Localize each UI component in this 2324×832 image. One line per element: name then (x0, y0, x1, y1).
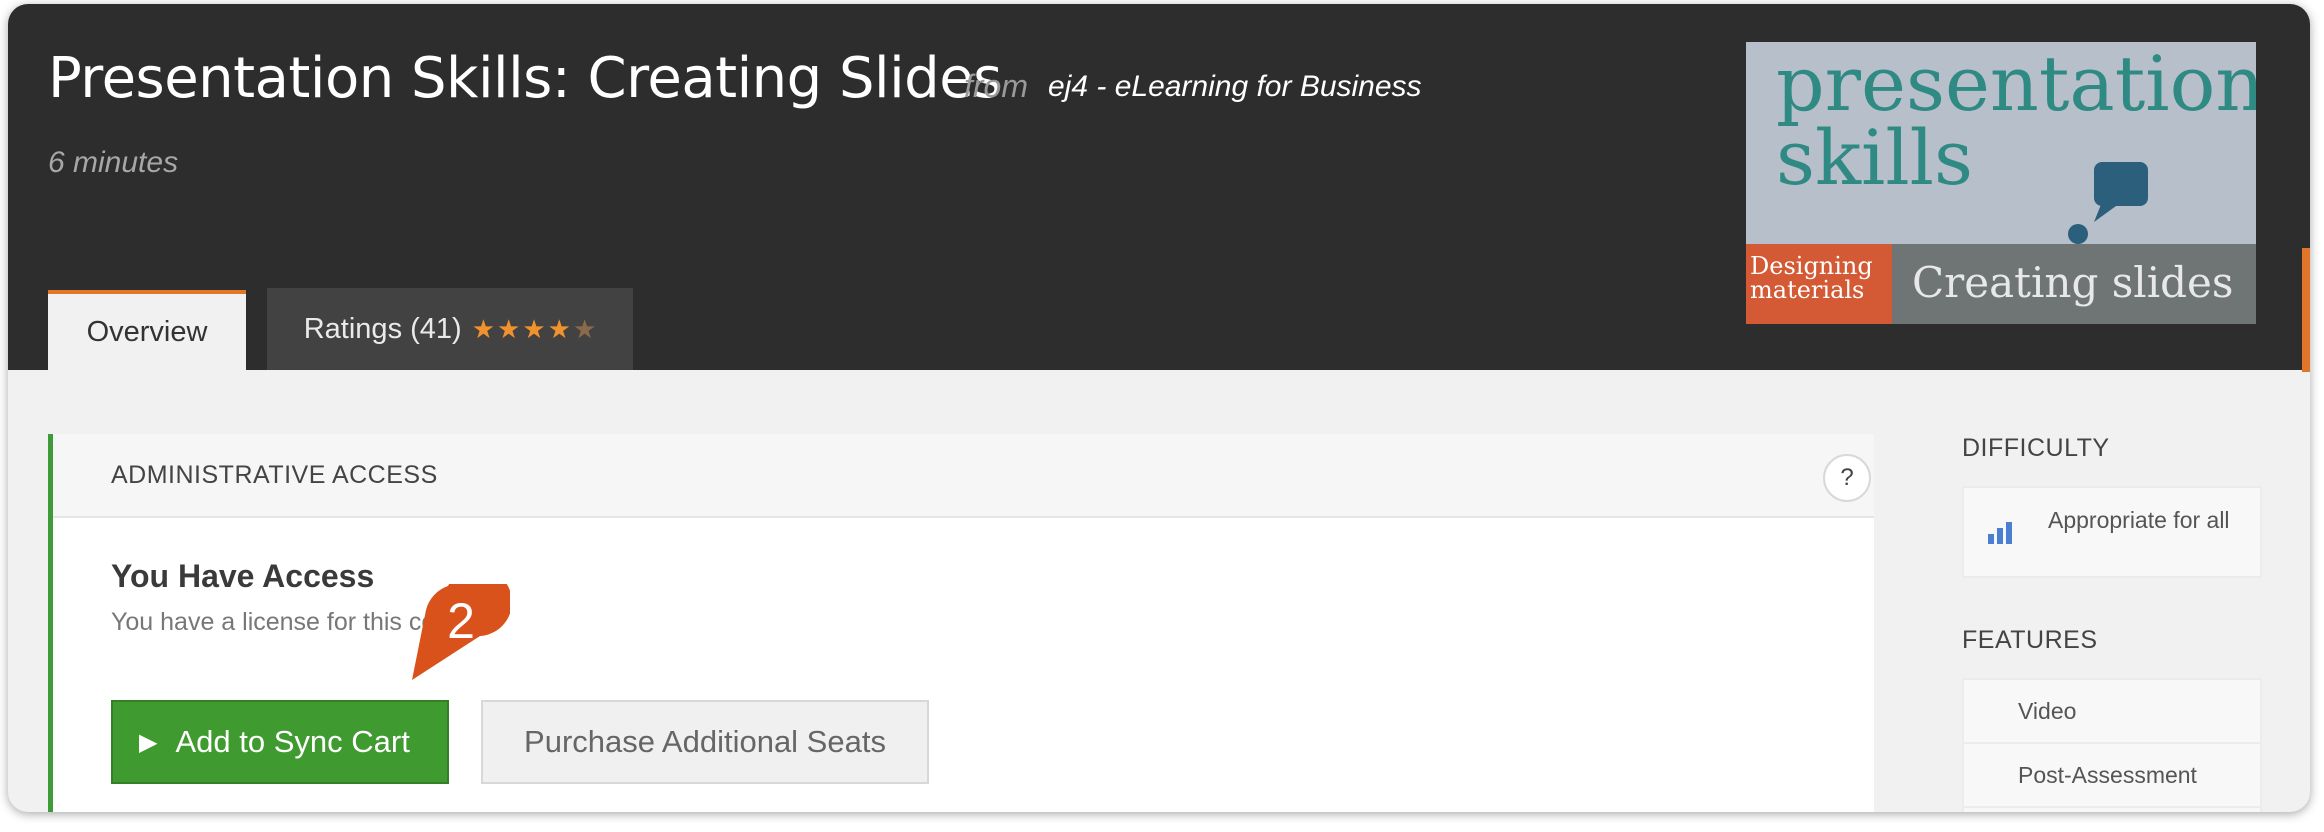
step-marker-number: 2 (447, 593, 475, 649)
thumbnail-right-panel: Creating slides (1892, 244, 2256, 324)
feature-item-partial (1964, 808, 2260, 812)
orange-accent-edge (2302, 248, 2310, 372)
thumbnail-word-presentation: presentation (1776, 42, 2256, 128)
course-thumbnail: presentation skills Designing materials … (1746, 42, 2256, 324)
tab-overview-label: Overview (86, 315, 208, 348)
thumbnail-left-panel: Designing materials (1746, 244, 1892, 324)
bar-chart-icon (1988, 522, 2012, 544)
star-icon: ★ (497, 313, 521, 344)
difficulty-heading: DIFFICULTY (1962, 434, 2110, 462)
feature-item: Video (1964, 680, 2260, 744)
help-button[interactable]: ? (1823, 454, 1871, 502)
star-empty-icon: ★ (572, 313, 597, 344)
purchase-additional-seats-button[interactable]: Purchase Additional Seats (481, 700, 929, 784)
star-icon: ★ (522, 313, 546, 344)
administrative-access-card: ADMINISTRATIVE ACCESS ? You Have Access … (48, 434, 1874, 812)
thumbnail-right-caption: Creating slides (1912, 258, 2234, 307)
rating-stars: ★ ★ ★ ★ ★ (472, 314, 597, 345)
feature-item: Post-Assessment (1964, 744, 2260, 808)
tab-ratings-label: Ratings (41) (303, 312, 462, 345)
play-icon: ▶ (139, 728, 158, 756)
access-title: You Have Access (111, 558, 375, 594)
from-label: from (964, 68, 1028, 104)
add-to-sync-cart-label: Add to Sync Cart (175, 724, 410, 759)
card-header: ADMINISTRATIVE ACCESS ? (53, 434, 1874, 518)
thumbnail-word-skills: skills (1776, 113, 1973, 202)
features-heading: FEATURES (1962, 626, 2098, 654)
add-to-sync-cart-button[interactable]: ▶ Add to Sync Cart (111, 700, 449, 784)
star-icon: ★ (471, 313, 496, 344)
thumbnail-left-caption: Designing materials (1750, 252, 1873, 304)
provider-link[interactable]: ej4 - eLearning for Business (1048, 70, 1422, 104)
star-icon: ★ (547, 313, 571, 344)
tab-overview[interactable]: Overview (48, 290, 246, 370)
course-header: Presentation Skills: Creating Slides fro… (8, 4, 2310, 372)
page-frame: Presentation Skills: Creating Slides fro… (8, 4, 2310, 812)
card-header-title: ADMINISTRATIVE ACCESS (111, 460, 438, 489)
difficulty-box: Appropriate for all (1962, 486, 2262, 578)
difficulty-value: Appropriate for all (2048, 507, 2230, 533)
course-duration: 6 minutes (48, 146, 179, 179)
course-title: Presentation Skills: Creating Slides (48, 46, 1002, 111)
purchase-additional-seats-label: Purchase Additional Seats (524, 724, 886, 759)
tab-ratings[interactable]: Ratings (41) ★ ★ ★ ★ ★ (267, 288, 633, 370)
features-list: Video Post-Assessment (1962, 678, 2262, 812)
